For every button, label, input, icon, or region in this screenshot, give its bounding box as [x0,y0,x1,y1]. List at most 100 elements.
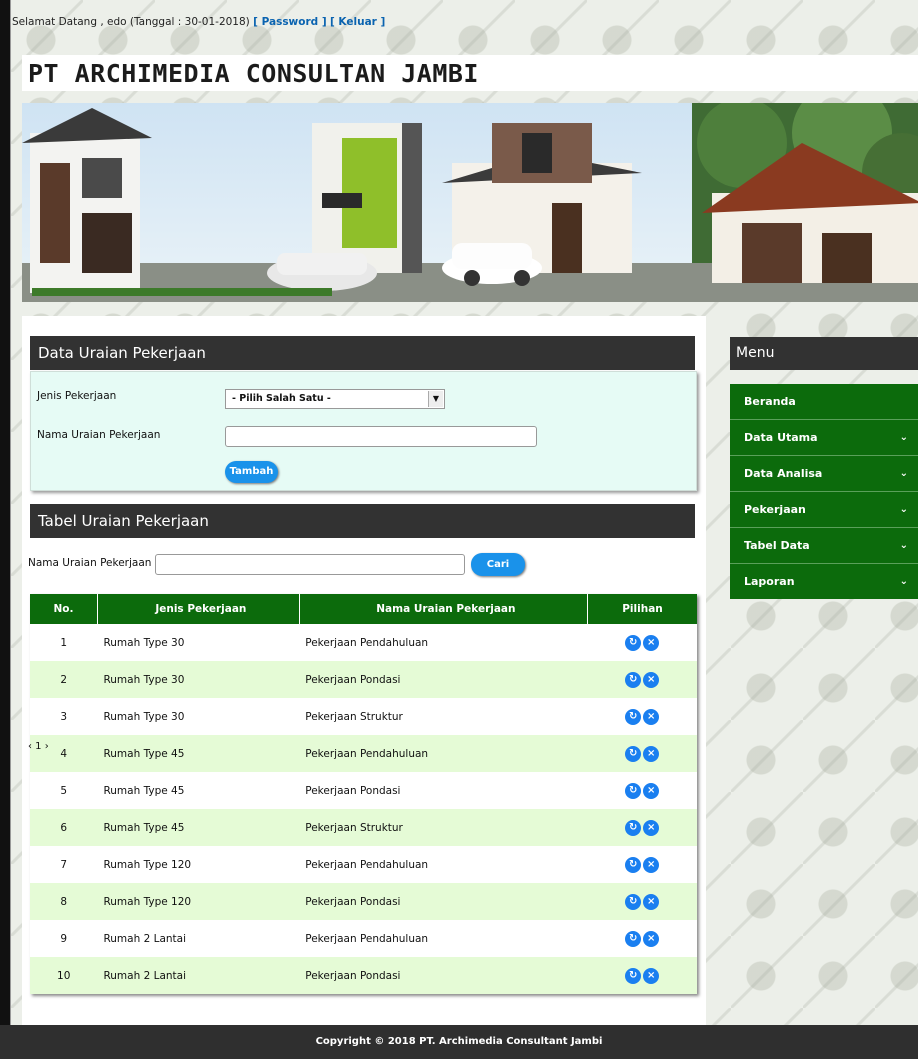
uraian-table: No. Jenis Pekerjaan Nama Uraian Pekerjaa… [30,594,697,994]
sidebar-item-pekerjaan[interactable]: Pekerjaan ⌄ [730,492,918,528]
cell-jenis: Rumah Type 120 [97,846,300,883]
table-row: 2 Rumah Type 30 Pekerjaan Pondasi ↻ × [30,661,697,698]
cell-nama: Pekerjaan Struktur [299,809,588,846]
search-row: Nama Uraian Pekerjaan : [28,557,158,569]
refresh-edit-icon[interactable]: ↻ [625,856,642,873]
close-delete-icon[interactable]: × [643,634,660,651]
cell-pilihan: ↻ × [587,735,697,772]
cell-pilihan: ↻ × [587,698,697,735]
chevron-down-icon: ⌄ [899,540,908,551]
cell-no: 10 [30,957,98,994]
table-row: 8 Rumah Type 120 Pekerjaan Pondasi ↻ × [30,883,697,920]
col-nama: Nama Uraian Pekerjaan [299,594,589,624]
refresh-edit-icon[interactable]: ↻ [625,782,642,799]
cell-pilihan: ↻ × [587,624,697,661]
cell-no: 9 [30,920,98,957]
nama-label: Nama Uraian Pekerjaan [37,429,161,441]
sidebar-item-tabel-data[interactable]: Tabel Data ⌄ [730,528,918,564]
chevron-down-icon: ⌄ [899,504,908,515]
cell-nama: Pekerjaan Struktur [299,698,588,735]
refresh-edit-icon[interactable]: ↻ [625,634,642,651]
cell-pilihan: ↻ × [587,957,697,994]
col-no: No. [30,594,98,624]
close-delete-icon[interactable]: × [643,967,660,984]
site-title: PT ARCHIMEDIA CONSULTAN JAMBI [28,59,479,88]
cell-nama: Pekerjaan Pondasi [299,772,588,809]
refresh-edit-icon[interactable]: ↻ [625,893,642,910]
cell-no: 8 [30,883,98,920]
cell-jenis: Rumah Type 120 [97,883,300,920]
menu-heading: Menu [730,337,918,370]
cell-pilihan: ↻ × [587,661,697,698]
welcome-bar: Selamat Datang , edo (Tanggal : 30-01-20… [12,16,385,28]
close-delete-icon[interactable]: × [643,782,660,799]
cell-no: 5 [30,772,98,809]
banner-image [22,103,918,302]
uraian-form: Jenis Pekerjaan - Pilih Salah Satu - ▼ N… [30,371,697,491]
cell-no: 3 [30,698,98,735]
close-delete-icon[interactable]: × [643,708,660,725]
cell-nama: Pekerjaan Pondasi [299,883,588,920]
col-pilihan: Pilihan [587,594,697,624]
sidebar-item-label: Data Analisa [744,467,823,480]
form-heading: Data Uraian Pekerjaan [30,336,695,370]
cell-pilihan: ↻ × [587,772,697,809]
table-row: 1 Rumah Type 30 Pekerjaan Pendahuluan ↻ × [30,624,697,661]
logout-link[interactable]: [ Keluar ] [330,16,385,28]
sidebar-item-label: Data Utama [744,431,818,444]
search-label: Nama Uraian Pekerjaan : [28,557,159,569]
chevron-down-icon: ⌄ [899,576,908,587]
table-header-row: No. Jenis Pekerjaan Nama Uraian Pekerjaa… [30,594,697,624]
password-link[interactable]: [ Password ] [253,16,327,28]
refresh-edit-icon[interactable]: ↻ [625,819,642,836]
cell-pilihan: ↻ × [587,809,697,846]
jenis-select[interactable]: - Pilih Salah Satu - ▼ [225,389,445,409]
cell-no: 2 [30,661,98,698]
cell-jenis: Rumah Type 45 [97,735,300,772]
close-delete-icon[interactable]: × [643,819,660,836]
jenis-label: Jenis Pekerjaan [37,390,117,402]
cell-nama: Pekerjaan Pendahuluan [299,846,588,883]
nama-input[interactable] [225,426,537,447]
cell-jenis: Rumah 2 Lantai [97,920,300,957]
sidebar-item-laporan[interactable]: Laporan ⌄ [730,564,918,599]
chevron-down-icon: ⌄ [899,468,908,479]
tambah-button[interactable]: Tambah [225,461,278,483]
search-input[interactable] [155,554,465,575]
close-delete-icon[interactable]: × [643,893,660,910]
close-delete-icon[interactable]: × [643,671,660,688]
refresh-edit-icon[interactable]: ↻ [625,745,642,762]
pagination[interactable]: ‹ 1 › [28,741,49,752]
cell-no: 1 [30,624,98,661]
cell-jenis: Rumah Type 30 [97,698,300,735]
cell-pilihan: ↻ × [587,920,697,957]
jenis-select-value: - Pilih Salah Satu - [232,393,331,404]
sidebar-item-data-analisa[interactable]: Data Analisa ⌄ [730,456,918,492]
cell-pilihan: ↻ × [587,846,697,883]
footer: Copyright © 2018 PT. Archimedia Consulta… [0,1025,918,1059]
sidebar-item-beranda[interactable]: Beranda [730,384,918,420]
table-heading: Tabel Uraian Pekerjaan [30,504,695,538]
table-row: 5 Rumah Type 45 Pekerjaan Pondasi ↻ × [30,772,697,809]
sidebar-item-label: Tabel Data [744,539,810,552]
table-row: 10 Rumah 2 Lantai Pekerjaan Pondasi ↻ × [30,957,697,994]
site-header: PT ARCHIMEDIA CONSULTAN JAMBI [22,55,918,91]
table-row: 3 Rumah Type 30 Pekerjaan Struktur ↻ × [30,698,697,735]
cell-nama: Pekerjaan Pondasi [299,661,588,698]
table-row: 9 Rumah 2 Lantai Pekerjaan Pendahuluan ↻… [30,920,697,957]
refresh-edit-icon[interactable]: ↻ [625,708,642,725]
refresh-edit-icon[interactable]: ↻ [625,930,642,947]
cari-button[interactable]: Cari [471,553,525,576]
cell-jenis: Rumah Type 30 [97,661,300,698]
close-delete-icon[interactable]: × [643,745,660,762]
close-delete-icon[interactable]: × [643,856,660,873]
cell-nama: Pekerjaan Pondasi [299,957,588,994]
cell-jenis: Rumah Type 45 [97,809,300,846]
sidebar-item-data-utama[interactable]: Data Utama ⌄ [730,420,918,456]
refresh-edit-icon[interactable]: ↻ [625,967,642,984]
table-row: 4 Rumah Type 45 Pekerjaan Pendahuluan ↻ × [30,735,697,772]
cell-no: 6 [30,809,98,846]
refresh-edit-icon[interactable]: ↻ [625,671,642,688]
dropdown-arrow-icon: ▼ [428,391,443,407]
close-delete-icon[interactable]: × [643,930,660,947]
